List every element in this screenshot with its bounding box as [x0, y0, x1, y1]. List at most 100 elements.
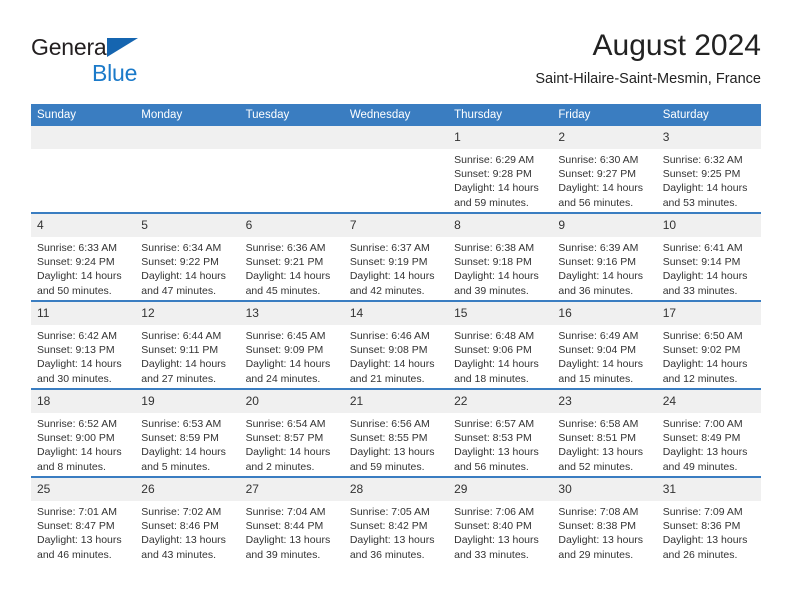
- day-details: Sunrise: 7:09 AM Sunset: 8:36 PM Daylight:…: [657, 501, 761, 562]
- day-details: Sunrise: 6:39 AM Sunset: 9:16 PM Daylight:…: [552, 237, 656, 298]
- calendar-day-cell[interactable]: 19 Sunrise: 6:53 AM Sunset: 8:59 PM Dayligh…: [135, 388, 240, 477]
- sunrise-text: Sunrise: 6:49 AM: [558, 330, 639, 342]
- calendar-day-cell[interactable]: 27 Sunrise: 7:04 AM Sunset: 8:44 PM Dayligh…: [239, 476, 344, 564]
- day-number: 27: [239, 478, 344, 501]
- day-number: 19: [135, 390, 240, 413]
- calendar-day-cell[interactable]: 12 Sunrise: 6:44 AM Sunset: 9:11 PM Dayligh…: [135, 300, 240, 389]
- calendar-day-cell[interactable]: 1 Sunrise: 6:29 AM Sunset: 9:28 PM Daylight…: [448, 126, 553, 213]
- daylight-text: Daylight: 13 hours and 43 minutes.: [141, 534, 226, 561]
- calendar-day-cell[interactable]: 26 Sunrise: 7:02 AM Sunset: 8:46 PM Dayligh…: [135, 476, 240, 564]
- day-number: 24: [656, 390, 761, 413]
- sunset-text: Sunset: 9:25 PM: [662, 168, 741, 181]
- calendar-day-cell[interactable]: 7 Sunrise: 6:37 AM Sunset: 9:19 PM Daylight…: [343, 212, 449, 301]
- day-number: 1: [448, 126, 553, 149]
- calendar-table: Sunday Monday Tuesday Wednesday Thursday Frid…: [31, 104, 761, 564]
- sunset-text: Sunset: 9:22 PM: [141, 256, 219, 269]
- calendar-day-cell[interactable]: 11 Sunrise: 6:42 AM Sunset: 9:13 PM Dayligh…: [31, 300, 136, 389]
- sunset-text: Sunset: 9:11 PM: [141, 344, 219, 357]
- sunset-text: Sunset: 8:46 PM: [141, 520, 219, 533]
- sunset-text: Sunset: 9:13 PM: [37, 344, 115, 357]
- sunrise-text: Sunrise: 7:09 AM: [662, 506, 743, 518]
- daylight-text: Daylight: 14 hours and 2 minutes.: [245, 446, 331, 473]
- calendar-day-cell[interactable]: 22 Sunrise: 6:57 AM Sunset: 8:53 PM Dayligh…: [448, 388, 553, 477]
- calendar-page: General Blue August 2024 Saint-Hilaire-S…: [0, 0, 792, 612]
- sunset-text: Sunset: 8:55 PM: [349, 432, 428, 445]
- day-details: Sunrise: 6:34 AM Sunset: 9:22 PM Daylight:…: [135, 237, 239, 298]
- calendar-day-cell[interactable]: 6 Sunrise: 6:36 AM Sunset: 9:21 PM Daylight…: [239, 212, 344, 301]
- day-number: 31: [656, 478, 761, 501]
- general-blue-logo[interactable]: General Blue: [31, 36, 271, 88]
- sunset-text: Sunset: 9:18 PM: [454, 256, 532, 269]
- sunset-text: Sunset: 8:53 PM: [454, 432, 532, 445]
- day-number: 11: [31, 302, 136, 325]
- day-number: 8: [448, 214, 553, 237]
- calendar-day-cell[interactable]: 10 Sunrise: 6:41 AM Sunset: 9:14 PM Dayligh…: [656, 212, 761, 301]
- calendar-day-cell[interactable]: 28 Sunrise: 7:05 AM Sunset: 8:42 PM Dayligh…: [343, 476, 449, 564]
- daylight-text: Daylight: 13 hours and 49 minutes.: [662, 446, 748, 473]
- daylight-text: Daylight: 13 hours and 39 minutes.: [245, 534, 331, 561]
- daylight-text: Daylight: 14 hours and 27 minutes.: [141, 358, 226, 385]
- day-details: Sunrise: 6:29 AM Sunset: 9:28 PM Daylight:…: [448, 149, 552, 210]
- calendar-header-row: Sunday Monday Tuesday Wednesday Thursday Frid…: [31, 104, 761, 126]
- calendar-day-cell[interactable]: 8 Sunrise: 6:38 AM Sunset: 9:18 PM Daylight…: [448, 212, 553, 301]
- sunset-text: Sunset: 9:28 PM: [454, 168, 532, 181]
- sunrise-text: Sunrise: 6:54 AM: [245, 418, 326, 430]
- calendar-day-cell[interactable]: 31 Sunrise: 7:09 AM Sunset: 8:36 PM Dayligh…: [656, 476, 761, 564]
- calendar-day-cell[interactable]: 4 Sunrise: 6:33 AM Sunset: 9:24 PM Daylight…: [31, 212, 136, 301]
- sunset-text: Sunset: 8:51 PM: [558, 432, 637, 445]
- calendar-day-cell-empty: [135, 126, 240, 213]
- calendar-day-cell[interactable]: 30 Sunrise: 7:08 AM Sunset: 8:38 PM Dayligh…: [552, 476, 657, 564]
- sunset-text: Sunset: 9:21 PM: [245, 256, 324, 269]
- day-details: Sunrise: 6:54 AM Sunset: 8:57 PM Daylight:…: [240, 413, 344, 474]
- day-details: Sunrise: 6:49 AM Sunset: 9:04 PM Daylight:…: [552, 325, 656, 386]
- calendar-day-cell[interactable]: 5 Sunrise: 6:34 AM Sunset: 9:22 PM Daylight…: [135, 212, 240, 301]
- calendar-day-cell[interactable]: 18 Sunrise: 6:52 AM Sunset: 9:00 PM Dayligh…: [31, 388, 136, 477]
- sunset-text: Sunset: 8:47 PM: [37, 520, 115, 533]
- sunset-text: Sunset: 8:38 PM: [558, 520, 637, 533]
- day-details: Sunrise: 6:57 AM Sunset: 8:53 PM Daylight:…: [448, 413, 552, 474]
- calendar-day-cell[interactable]: 20 Sunrise: 6:54 AM Sunset: 8:57 PM Dayligh…: [239, 388, 344, 477]
- day-details: Sunrise: 7:00 AM Sunset: 8:49 PM Daylight:…: [657, 413, 761, 474]
- calendar-week-row: 11 Sunrise: 6:42 AM Sunset: 9:13 PM Dayligh…: [31, 300, 761, 389]
- day-details: Sunrise: 6:48 AM Sunset: 9:06 PM Daylight:…: [448, 325, 552, 386]
- calendar-day-cell[interactable]: 15 Sunrise: 6:48 AM Sunset: 9:06 PM Dayligh…: [448, 300, 553, 389]
- calendar-day-cell[interactable]: 2 Sunrise: 6:30 AM Sunset: 9:27 PM Daylight…: [552, 126, 657, 213]
- day-number: [239, 126, 344, 149]
- daylight-text: Daylight: 14 hours and 24 minutes.: [245, 358, 331, 385]
- calendar-day-cell[interactable]: 9 Sunrise: 6:39 AM Sunset: 9:16 PM Daylight…: [552, 212, 657, 301]
- day-details: Sunrise: 6:58 AM Sunset: 8:51 PM Daylight:…: [552, 413, 656, 474]
- calendar-day-cell[interactable]: 25 Sunrise: 7:01 AM Sunset: 8:47 PM Dayligh…: [31, 476, 136, 564]
- day-number: 13: [239, 302, 344, 325]
- day-number: 4: [31, 214, 136, 237]
- weekday-header-wednesday: Wednesday: [343, 104, 449, 126]
- day-details: Sunrise: 6:53 AM Sunset: 8:59 PM Daylight:…: [135, 413, 239, 474]
- calendar-day-cell[interactable]: 3 Sunrise: 6:32 AM Sunset: 9:25 PM Daylight…: [656, 126, 761, 213]
- day-number: 5: [135, 214, 240, 237]
- calendar-day-cell[interactable]: 21 Sunrise: 6:56 AM Sunset: 8:55 PM Dayligh…: [343, 388, 449, 477]
- calendar-day-cell[interactable]: 23 Sunrise: 6:58 AM Sunset: 8:51 PM Dayligh…: [552, 388, 657, 477]
- sunrise-text: Sunrise: 6:33 AM: [37, 242, 117, 254]
- daylight-text: Daylight: 14 hours and 36 minutes.: [558, 270, 644, 297]
- daylight-text: Daylight: 13 hours and 46 minutes.: [37, 534, 122, 561]
- daylight-text: Daylight: 14 hours and 56 minutes.: [558, 182, 644, 209]
- weekday-header-friday: Friday: [552, 104, 657, 126]
- calendar-day-cell[interactable]: 24 Sunrise: 7:00 AM Sunset: 8:49 PM Dayligh…: [656, 388, 761, 477]
- calendar-day-cell[interactable]: 17 Sunrise: 6:50 AM Sunset: 9:02 PM Dayligh…: [656, 300, 761, 389]
- sunset-text: Sunset: 9:19 PM: [349, 256, 428, 269]
- day-number: 7: [343, 214, 449, 237]
- calendar-day-cell[interactable]: 14 Sunrise: 6:46 AM Sunset: 9:08 PM Dayligh…: [343, 300, 449, 389]
- sunrise-text: Sunrise: 7:05 AM: [349, 506, 430, 518]
- page-subtitle: Saint-Hilaire-Saint-Mesmin, France: [535, 71, 761, 87]
- day-details: Sunrise: 6:38 AM Sunset: 9:18 PM Daylight:…: [448, 237, 552, 298]
- sunrise-text: Sunrise: 6:57 AM: [454, 418, 535, 430]
- calendar-day-cell[interactable]: 29 Sunrise: 7:06 AM Sunset: 8:40 PM Dayligh…: [448, 476, 553, 564]
- weekday-header-saturday: Saturday: [656, 104, 761, 126]
- day-number: 30: [552, 478, 657, 501]
- day-details: Sunrise: 7:08 AM Sunset: 8:38 PM Daylight:…: [552, 501, 656, 562]
- day-number: [31, 126, 136, 149]
- day-number: 29: [448, 478, 553, 501]
- sunrise-text: Sunrise: 7:04 AM: [245, 506, 326, 518]
- calendar-day-cell[interactable]: 13 Sunrise: 6:45 AM Sunset: 9:09 PM Dayligh…: [239, 300, 344, 389]
- calendar-day-cell[interactable]: 16 Sunrise: 6:49 AM Sunset: 9:04 PM Dayligh…: [552, 300, 657, 389]
- day-details: Sunrise: 6:37 AM Sunset: 9:19 PM Daylight:…: [344, 237, 448, 298]
